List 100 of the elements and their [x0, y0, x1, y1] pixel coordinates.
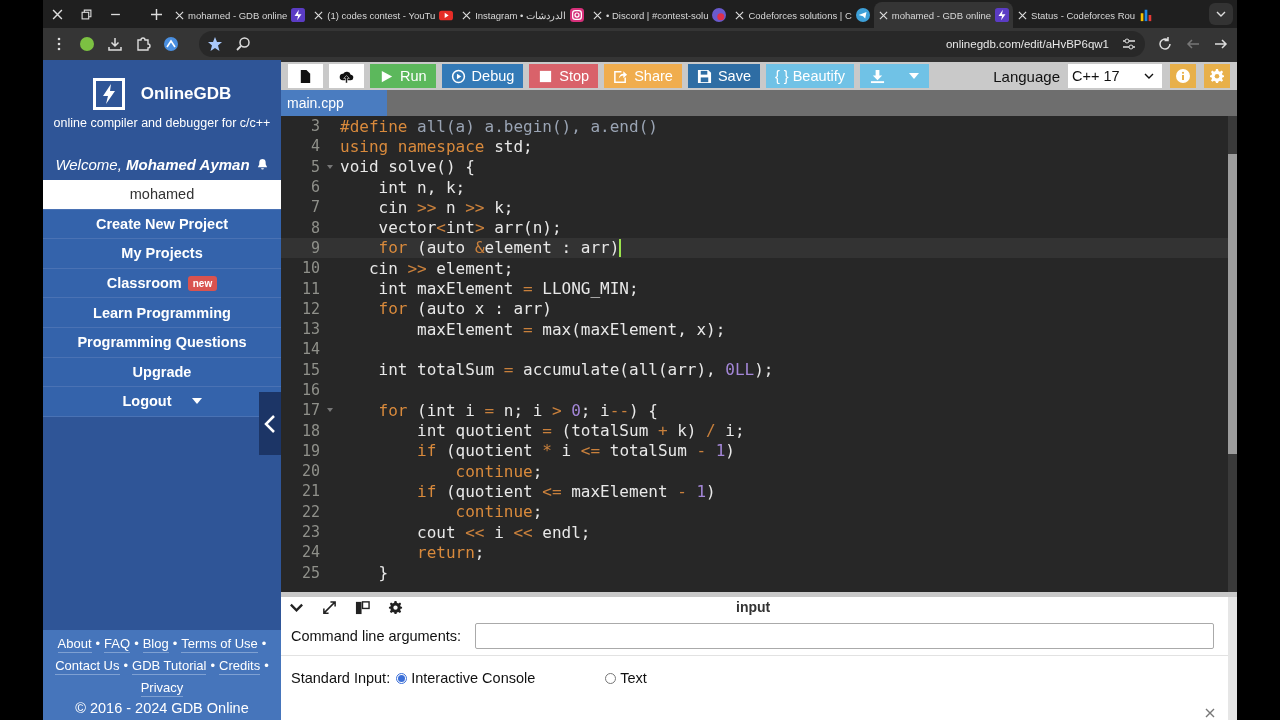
- line-number: 8: [309, 218, 320, 237]
- puzzle-icon[interactable]: [135, 36, 151, 52]
- line-number: 12: [300, 299, 320, 318]
- code-line: cin >> element;: [367, 258, 514, 278]
- welcome-text: Welcome, Mohamed Ayman: [55, 155, 250, 173]
- save-button[interactable]: Save: [687, 64, 760, 88]
- file-button[interactable]: [288, 64, 323, 88]
- layout-icon[interactable]: [355, 599, 370, 615]
- line-number: 23: [300, 523, 320, 542]
- browser-tab[interactable]: mohamed - GDB online: [170, 2, 310, 28]
- browser-tab[interactable]: mohamed - GDB online: [873, 2, 1014, 28]
- bullet-separator: •: [264, 658, 269, 675]
- sidebar-item[interactable]: Logout: [43, 387, 281, 417]
- sidebar-item[interactable]: Upgrade: [43, 357, 281, 388]
- code-line: for (int i = n; i > 0; i--) {: [377, 400, 658, 420]
- footer-link[interactable]: Privacy: [140, 680, 184, 697]
- line-number: 4: [309, 137, 320, 156]
- code-line: cin >> n >> k;: [377, 197, 514, 217]
- code-line: int quotient = (totalSum + k) / i;: [416, 421, 745, 441]
- footer-link[interactable]: Credits: [219, 658, 261, 675]
- code-line: vector<int> arr(n);: [377, 218, 562, 238]
- language-select[interactable]: C++ 17: [1068, 64, 1162, 88]
- code-line: maxElement = max(maxElement, x);: [416, 319, 726, 339]
- line-number: 7: [309, 198, 320, 217]
- fold-marker-icon[interactable]: [327, 407, 333, 414]
- radio-button[interactable]: [605, 672, 617, 684]
- arguments-field[interactable]: [475, 623, 1215, 649]
- lightning-icon: [995, 8, 1010, 22]
- zoom-icon[interactable]: [235, 36, 251, 52]
- radio-label[interactable]: Interactive Console: [411, 670, 536, 686]
- code-line: for (auto &element : arr): [377, 238, 620, 258]
- standard-input-label: Standard Input:: [291, 670, 391, 686]
- code-line: continue;: [454, 461, 543, 481]
- line-number: 25: [300, 563, 320, 582]
- code-line: using namespace std;: [340, 136, 533, 156]
- sidebar-item[interactable]: Create New Project: [43, 209, 281, 240]
- radio-button[interactable]: [396, 672, 408, 684]
- code-line: int maxElement = LLONG_MIN;: [377, 279, 639, 298]
- footer-link[interactable]: Contact Us: [55, 658, 120, 675]
- avatar-icon[interactable]: [79, 36, 95, 52]
- line-number: 21: [300, 482, 320, 501]
- browser-tab[interactable]: Status - Codeforces Rou: [1013, 2, 1158, 28]
- browser-tab[interactable]: • Discord | #contest-solu: [588, 2, 731, 28]
- upload-button[interactable]: [329, 64, 364, 88]
- camera-icon: [570, 8, 585, 22]
- star-icon[interactable]: [207, 36, 223, 52]
- collapse-handle[interactable]: [259, 392, 281, 455]
- fold-marker-icon[interactable]: [327, 163, 333, 170]
- app-icon: [712, 8, 727, 22]
- code-line: }: [377, 563, 389, 583]
- sidebar-item[interactable]: Learn Programming: [43, 298, 281, 328]
- stop-button[interactable]: Stop: [529, 64, 599, 88]
- footer-link[interactable]: GDB Tutorial: [132, 658, 207, 675]
- browser-tab[interactable]: (1) codes contest - YouTu: [309, 2, 458, 28]
- line-number: 16: [300, 381, 320, 399]
- line-number: 6: [309, 178, 320, 197]
- footer-link[interactable]: Terms of Use: [181, 636, 258, 653]
- line-number: 11: [300, 279, 320, 298]
- bar-chart-icon: [1139, 8, 1154, 22]
- sidebar-item[interactable]: My Projects: [43, 239, 281, 269]
- expand-icon[interactable]: [322, 599, 337, 615]
- bullet-separator: •: [95, 636, 101, 653]
- settings-icon[interactable]: [388, 599, 403, 615]
- sidebar-item[interactable]: mohamed: [43, 180, 281, 210]
- code-line: int totalSum = accumulate(all(arr), 0LL);: [377, 360, 774, 380]
- bell-icon[interactable]: [255, 157, 269, 171]
- tune-icon[interactable]: [1121, 36, 1137, 52]
- footer-link[interactable]: FAQ: [104, 636, 131, 653]
- reload-icon[interactable]: [1157, 36, 1173, 52]
- lightning-icon: [291, 8, 306, 22]
- line-number: 9: [309, 238, 320, 257]
- extension-icon[interactable]: [163, 36, 179, 52]
- footer-link[interactable]: Blog: [142, 636, 169, 653]
- scrollbar[interactable]: [1228, 116, 1237, 592]
- code-line: continue;: [454, 502, 543, 522]
- download-icon[interactable]: [107, 36, 123, 52]
- radio-label[interactable]: Text: [620, 670, 647, 686]
- bullet-separator: •: [261, 636, 267, 653]
- sidebar-item[interactable]: Classroom new: [43, 268, 281, 299]
- bullet-separator: •: [134, 636, 139, 653]
- line-number: 17: [300, 401, 320, 420]
- code-line: cout << i << endl;: [416, 522, 591, 542]
- code-line: void solve() {: [340, 157, 475, 177]
- debug-button[interactable]: Debug: [441, 64, 524, 88]
- share-icon: [614, 70, 628, 83]
- url-text[interactable]: onlinegdb.com/edit/aHvBP6qw1: [945, 38, 1109, 50]
- logo-title: OnlineGDB: [140, 84, 232, 104]
- play-icon: [381, 70, 393, 82]
- browser-tab[interactable]: Codeforces solutions | C: [730, 2, 874, 28]
- bullet-separator: •: [210, 658, 216, 675]
- file-tab[interactable]: main.cpp: [281, 90, 387, 116]
- line-number: 13: [300, 320, 320, 339]
- code-line: for (auto x : arr): [377, 299, 552, 319]
- bullet-separator: •: [172, 636, 178, 653]
- line-number: 10: [300, 259, 320, 278]
- lightning-logo-icon: [92, 78, 125, 110]
- arguments-label: Command line arguments:: [291, 628, 462, 644]
- footer-link[interactable]: About: [57, 636, 92, 653]
- sidebar-item[interactable]: Programming Questions: [43, 327, 281, 358]
- browser-tab[interactable]: Instagram • الدردشات: [457, 2, 589, 28]
